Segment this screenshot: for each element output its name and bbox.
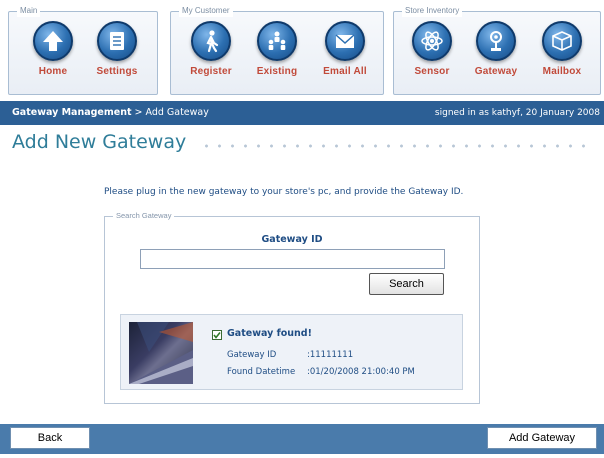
toolbar-group-main: Main Home Settings [8, 5, 158, 95]
gateway-id-input[interactable] [140, 249, 445, 269]
atom-icon [412, 21, 452, 61]
back-button[interactable]: Back [10, 427, 90, 449]
mailbox-label: Mailbox [542, 66, 582, 77]
antenna-icon [476, 21, 516, 61]
register-label: Register [190, 66, 232, 77]
gateway-device-image [129, 322, 193, 384]
bottom-action-bar: Back Add Gateway [0, 424, 604, 454]
gateway-label: Gateway [474, 66, 518, 77]
box-icon [542, 21, 582, 61]
breadcrumb-add-gateway: Add Gateway [145, 107, 209, 118]
email-all-button[interactable]: Email All [315, 21, 375, 91]
gateway-id-label: Gateway ID [261, 234, 323, 245]
settings-label: Settings [96, 66, 138, 77]
found-datetime-value: :01/20/2008 21:00:40 PM [307, 367, 415, 377]
nav-bar: Gateway Management > Add Gateway signed in… [0, 101, 604, 125]
breadcrumb: Gateway Management > Add Gateway [12, 101, 209, 125]
add-gateway-button[interactable]: Add Gateway [487, 427, 597, 449]
email-all-label: Email All [323, 66, 367, 77]
gateway-button[interactable]: Gateway [466, 21, 526, 91]
page-title: Add New Gateway [12, 131, 187, 153]
home-button[interactable]: Home [23, 21, 83, 91]
breadcrumb-separator: > [134, 107, 143, 118]
up-arrow-icon [33, 21, 73, 61]
found-datetime-key: Found Datetime [227, 367, 296, 377]
gateway-id-row: Gateway ID :11111111 [227, 350, 353, 360]
envelope-icon [325, 21, 365, 61]
breadcrumb-gateway-management[interactable]: Gateway Management [12, 107, 132, 118]
document-icon [97, 21, 137, 61]
title-divider [200, 144, 594, 148]
people-group-icon [257, 21, 297, 61]
gateway-id-key: Gateway ID [227, 350, 277, 360]
gateway-found-checkbox[interactable] [212, 330, 222, 340]
gateway-found-label: Gateway found! [227, 328, 312, 339]
toolbar-group-my-customer: My Customer Register Existing Email All [170, 5, 384, 95]
gateway-result-panel: Gateway found! Gateway ID :11111111 Found… [120, 314, 463, 390]
found-datetime-row: Found Datetime :01/20/2008 21:00:40 PM [227, 367, 415, 377]
group-title-main: Main [17, 5, 41, 17]
search-gateway-panel: Search Gateway Gateway ID Search Gateway… [104, 211, 480, 404]
register-button[interactable]: Register [181, 21, 241, 91]
existing-button[interactable]: Existing [247, 21, 307, 91]
group-title-my-customer: My Customer [179, 5, 233, 17]
settings-button[interactable]: Settings [87, 21, 147, 91]
home-label: Home [38, 66, 68, 77]
sensor-button[interactable]: Sensor [402, 21, 462, 91]
search-gateway-legend: Search Gateway [113, 211, 175, 220]
instruction-text: Please plug in the new gateway to your s… [104, 187, 464, 197]
mailbox-button[interactable]: Mailbox [532, 21, 592, 91]
walking-person-icon [191, 21, 231, 61]
sensor-label: Sensor [414, 66, 450, 77]
signed-in-status: signed in as kathyf, 20 January 2008 [434, 108, 600, 118]
top-toolbar: Main Home Settings My Customer Register [0, 0, 604, 98]
gateway-id-value: :11111111 [307, 350, 354, 360]
toolbar-group-store-inventory: Store Inventory Sensor Gateway Mailbox [393, 5, 601, 95]
search-button[interactable]: Search [369, 273, 444, 295]
group-title-store-inventory: Store Inventory [402, 5, 463, 17]
existing-label: Existing [256, 66, 298, 77]
